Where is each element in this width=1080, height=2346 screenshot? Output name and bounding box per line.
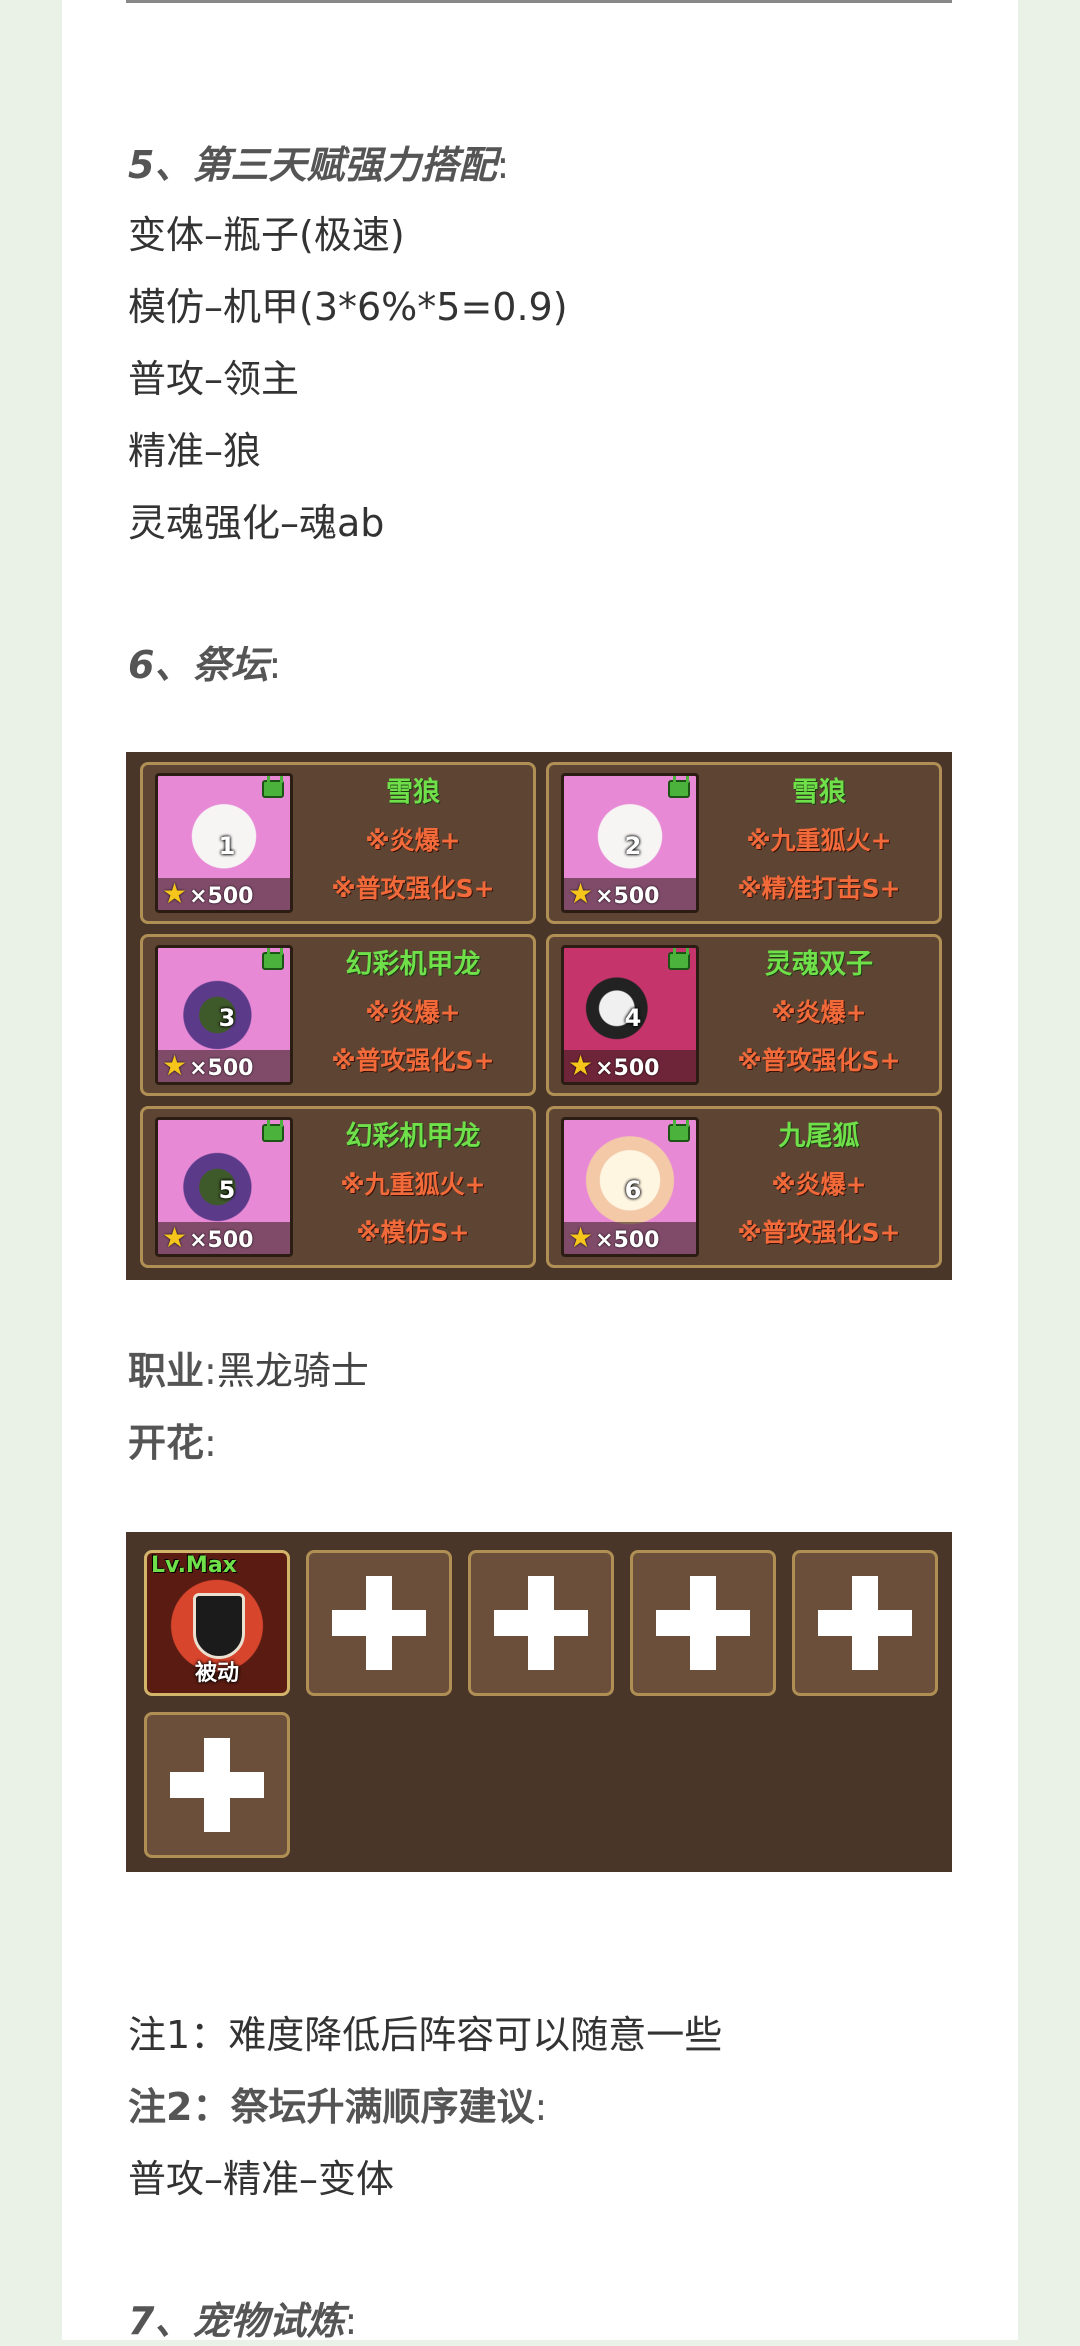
plus-icon (818, 1576, 912, 1670)
bloom-screenshot: Lv.Max 被动 (126, 1532, 952, 1872)
empty-slot-4 (792, 1550, 938, 1696)
pet-name: 九尾狐 (778, 1121, 860, 1152)
lock-icon (262, 1120, 284, 1142)
pet-skill-1: ※炎爆+ (771, 1170, 867, 1199)
cost-label: ★×500 (158, 1050, 290, 1082)
slot-number: 4 (624, 1004, 642, 1032)
s5-line-2: 模仿–机甲(3*6%*5=0.9) (128, 285, 568, 329)
pet-skill-1: ※炎爆+ (771, 998, 867, 1027)
star-icon: ★ (568, 877, 594, 910)
lock-icon (262, 948, 284, 970)
passive-label: 被动 (194, 1661, 239, 1686)
cost-label: ★×500 (564, 1050, 696, 1082)
altar-card-4: 4 ★×500 灵魂双子 ※炎爆+ ※普攻强化S+ (546, 934, 942, 1096)
note-1: 注1：难度降低后阵容可以随意一些 (128, 2010, 722, 2060)
divider-line (126, 0, 952, 3)
star-icon: ★ (568, 1221, 594, 1254)
bloom-line: 开花: (128, 1421, 217, 1465)
altar-card-6: 6 ★×500 九尾狐 ※炎爆+ ※普攻强化S+ (546, 1106, 942, 1268)
section-5-heading: 5、第三天赋强力搭配: (128, 143, 510, 187)
pet-skill-2: ※普攻强化S+ (737, 1218, 901, 1247)
pet-skill-1: ※九重狐火+ (340, 1170, 486, 1199)
s5-line-5: 灵魂强化–魂ab (128, 501, 385, 545)
pet-skill-2: ※普攻强化S+ (737, 1046, 901, 1075)
altar-card-3: 3 ★×500 幻彩机甲龙 ※炎爆+ ※普攻强化S+ (140, 934, 536, 1096)
lock-icon (668, 1120, 690, 1142)
s5-line-1: 变体–瓶子(极速) (128, 213, 405, 257)
plus-icon (494, 1576, 588, 1670)
pet-name: 幻彩机甲龙 (345, 949, 481, 980)
empty-slot-1 (306, 1550, 452, 1696)
section-7-heading: 7、宠物试炼: (128, 2299, 358, 2343)
note-1-text: ：难度降低后阵容可以随意一些 (190, 2013, 723, 2057)
plus-icon (170, 1738, 264, 1832)
empty-slot-2 (468, 1550, 614, 1696)
soul-twins-portrait: 4 ★×500 (561, 945, 699, 1085)
star-icon: ★ (162, 1049, 188, 1082)
slot-number: 1 (218, 832, 236, 860)
mecha-dragon-portrait: 3 ★×500 (155, 945, 293, 1085)
slot-number: 3 (218, 1004, 236, 1032)
empty-slot-3 (630, 1550, 776, 1696)
pet-skill-2: ※模仿S+ (356, 1218, 470, 1247)
star-icon: ★ (568, 1049, 594, 1082)
snow-wolf-portrait: 2 ★×500 (561, 773, 699, 913)
shield-icon (193, 1593, 245, 1659)
level-badge: Lv.Max (151, 1553, 237, 1578)
cost-label: ★×500 (158, 878, 290, 910)
mecha-dragon-portrait: 5 ★×500 (155, 1117, 293, 1257)
job-label: 职业 (128, 1349, 205, 1393)
pet-skill-2: ※普攻强化S+ (331, 874, 495, 903)
slot-number: 6 (624, 1176, 642, 1204)
cost-label: ★×500 (564, 1222, 696, 1254)
note-2: 注2：祭坛升满顺序建议: (128, 2085, 548, 2129)
note-2-label: 注2：祭坛升满顺序建议 (128, 2085, 535, 2129)
s5-line-3: 普攻–领主 (128, 357, 300, 401)
nine-tailed-fox-portrait: 6 ★×500 (561, 1117, 699, 1257)
star-icon: ★ (162, 877, 188, 910)
plus-icon (332, 1576, 426, 1670)
cost-label: ★×500 (158, 1222, 290, 1254)
pet-skill-1: ※炎爆+ (365, 826, 461, 855)
altar-screenshot: 1 ★×500 雪狼 ※炎爆+ ※普攻强化S+ 2 ★×500 雪狼 ※九重狐火… (126, 752, 952, 1280)
cost-label: ★×500 (564, 878, 696, 910)
section-6-heading: 6、祭坛: (128, 643, 282, 687)
article-page: 5、第三天赋强力搭配: 变体–瓶子(极速) 模仿–机甲(3*6%*5=0.9) … (62, 0, 1018, 2343)
plus-icon (656, 1576, 750, 1670)
pet-skill-2: ※普攻强化S+ (331, 1046, 495, 1075)
note-1-label: 注1 (128, 2013, 191, 2057)
star-icon: ★ (162, 1221, 188, 1254)
slot-number: 2 (624, 832, 642, 860)
altar-card-1: 1 ★×500 雪狼 ※炎爆+ ※普攻强化S+ (140, 762, 536, 924)
s5-line-4: 精准–狼 (128, 429, 262, 473)
pet-name: 幻彩机甲龙 (345, 1121, 481, 1152)
pet-name: 雪狼 (792, 777, 846, 808)
snow-wolf-portrait: 1 ★×500 (155, 773, 293, 913)
pet-skill-1: ※炎爆+ (365, 998, 461, 1027)
empty-slot-5 (144, 1712, 290, 1858)
altar-card-2: 2 ★×500 雪狼 ※九重狐火+ ※精准打击S+ (546, 762, 942, 924)
pet-skill-1: ※九重狐火+ (746, 826, 892, 855)
pet-name: 雪狼 (386, 777, 440, 808)
passive-skill-slot: Lv.Max 被动 (144, 1550, 290, 1696)
bloom-label: 开花 (128, 1421, 205, 1465)
altar-card-5: 5 ★×500 幻彩机甲龙 ※九重狐火+ ※模仿S+ (140, 1106, 536, 1268)
pet-skill-2: ※精准打击S+ (737, 874, 901, 903)
lock-icon (668, 948, 690, 970)
lock-icon (262, 776, 284, 798)
job-value: 黑龙骑士 (216, 1349, 369, 1393)
job-line: 职业:黑龙骑士 (128, 1349, 369, 1393)
pet-name: 灵魂双子 (765, 949, 873, 980)
slot-number: 5 (218, 1176, 236, 1204)
lock-icon (668, 776, 690, 798)
upgrade-order: 普攻–精准–变体 (128, 2157, 395, 2201)
